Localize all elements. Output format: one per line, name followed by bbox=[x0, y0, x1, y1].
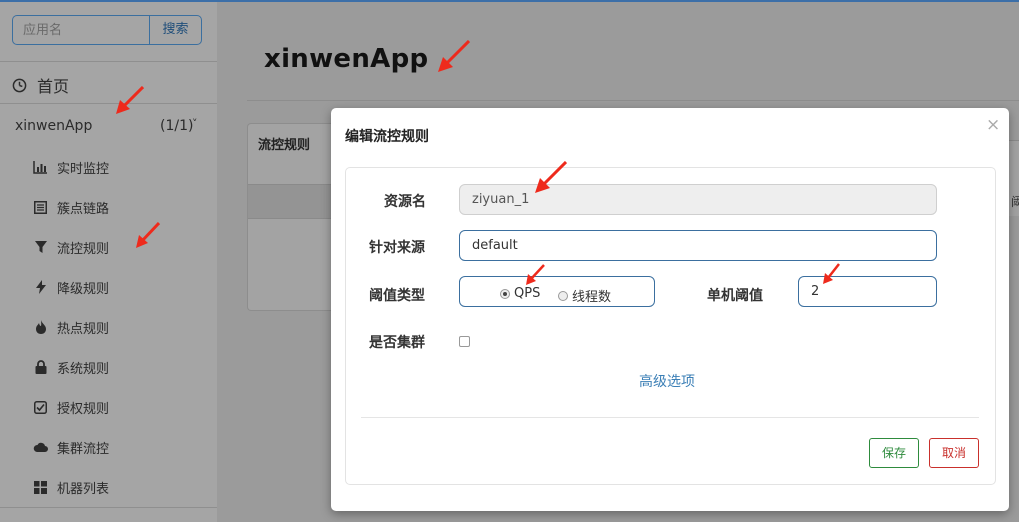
close-icon[interactable]: × bbox=[986, 115, 1000, 135]
menu-label: 流控规则 bbox=[57, 241, 110, 257]
app-machine-count: (1/1) bbox=[160, 118, 194, 134]
radio-thread-label: 线程数 bbox=[572, 290, 612, 305]
app-search-input[interactable] bbox=[12, 15, 149, 45]
form-footer-divider bbox=[361, 417, 979, 418]
threshold-count-label: 单机阈值 bbox=[707, 288, 763, 304]
app-search: 搜索 bbox=[12, 15, 202, 47]
app-name: xinwenApp bbox=[15, 118, 93, 134]
sidebar-item-cluster-flow[interactable]: 集群流控 bbox=[33, 437, 109, 457]
column-header-fragment: 阈 bbox=[1011, 195, 1019, 209]
sidebar-item-degrade-rules[interactable]: 降级规则 bbox=[33, 277, 109, 297]
menu-label: 机器列表 bbox=[57, 481, 110, 497]
annotation-arrow-icon bbox=[116, 86, 144, 114]
sidebar-item-cluster-chain[interactable]: 簇点链路 bbox=[33, 197, 109, 217]
cancel-button[interactable]: 取消 bbox=[929, 438, 979, 468]
menu-label: 授权规则 bbox=[57, 401, 110, 417]
save-button[interactable]: 保存 bbox=[869, 438, 919, 468]
panel-title: 流控规则 bbox=[258, 138, 311, 153]
flash-icon bbox=[33, 280, 48, 295]
annotation-arrow-icon bbox=[136, 222, 160, 248]
radio-qps[interactable]: QPS bbox=[500, 286, 540, 301]
sidebar-item-hotspot-rules[interactable]: 热点规则 bbox=[33, 317, 109, 337]
menu-label: 实时监控 bbox=[57, 161, 110, 177]
sidebar-divider bbox=[0, 507, 217, 508]
menu-label: 热点规则 bbox=[57, 321, 110, 337]
menu-label: 簇点链路 bbox=[57, 201, 110, 217]
page-title: xinwenApp bbox=[264, 44, 429, 74]
search-button[interactable]: 搜索 bbox=[149, 15, 202, 45]
sidebar: 搜索 首页 xinwenApp (1/1) ˅ 实时监控 簇点链路 流控规则 bbox=[0, 2, 217, 522]
threshold-count-field[interactable] bbox=[798, 276, 937, 307]
sidebar-item-flow-rules[interactable]: 流控规则 bbox=[33, 237, 109, 257]
annotation-arrow-icon bbox=[526, 264, 545, 285]
edit-flow-rule-dialog: 编辑流控规则 × 资源名 针对来源 阈值类型 QPS 线程数 单机阈值 是否集群… bbox=[331, 108, 1009, 511]
limit-app-label: 针对来源 bbox=[369, 240, 425, 256]
annotation-arrow-icon bbox=[438, 40, 470, 72]
sidebar-item-system-rules[interactable]: 系统规则 bbox=[33, 357, 109, 377]
advanced-options-link[interactable]: 高级选项 bbox=[639, 371, 695, 391]
limit-app-field[interactable] bbox=[459, 230, 937, 261]
cluster-mode-label: 是否集群 bbox=[369, 335, 425, 351]
cloud-icon bbox=[33, 440, 48, 455]
list-icon bbox=[33, 200, 48, 215]
filter-icon bbox=[33, 240, 48, 255]
sidebar-item-home[interactable]: 首页 bbox=[12, 74, 69, 96]
flow-rules-panel: 流控规则 bbox=[247, 123, 338, 311]
resource-name-label: 资源名 bbox=[384, 194, 426, 210]
radio-qps-label: QPS bbox=[514, 286, 541, 301]
menu-label: 集群流控 bbox=[57, 441, 110, 457]
sidebar-item-realtime-monitor[interactable]: 实时监控 bbox=[33, 157, 109, 177]
sidebar-divider bbox=[0, 61, 217, 62]
radio-selected-icon bbox=[500, 288, 510, 299]
dialog-title: 编辑流控规则 bbox=[345, 129, 429, 145]
check-square-icon bbox=[33, 400, 48, 415]
sidebar-divider bbox=[0, 103, 217, 104]
cluster-mode-checkbox[interactable] bbox=[459, 336, 470, 347]
rule-form: 资源名 针对来源 阈值类型 QPS 线程数 单机阈值 是否集群 高级选项 保存 … bbox=[345, 167, 996, 485]
bar-chart-icon bbox=[33, 160, 48, 175]
lock-icon bbox=[33, 360, 48, 375]
radio-thread-count[interactable]: 线程数 bbox=[558, 286, 611, 305]
grid-icon bbox=[33, 480, 48, 495]
home-label: 首页 bbox=[37, 77, 70, 96]
table-header-fragment: 阈 bbox=[1009, 140, 1019, 216]
menu-label: 系统规则 bbox=[57, 361, 110, 377]
menu-label: 降级规则 bbox=[57, 281, 110, 297]
threshold-type-label: 阈值类型 bbox=[369, 288, 425, 304]
title-divider bbox=[247, 100, 1019, 101]
chevron-down-icon: ˅ bbox=[192, 117, 198, 130]
threshold-type-group: QPS 线程数 bbox=[459, 276, 655, 307]
annotation-arrow-icon bbox=[823, 263, 840, 284]
sidebar-item-machine-list[interactable]: 机器列表 bbox=[33, 477, 109, 497]
radio-unselected-icon bbox=[558, 290, 568, 301]
sidebar-item-auth-rules[interactable]: 授权规则 bbox=[33, 397, 109, 417]
annotation-arrow-icon bbox=[535, 161, 567, 193]
table-header bbox=[248, 184, 338, 219]
dashboard-icon bbox=[12, 78, 27, 92]
resource-name-field[interactable] bbox=[459, 184, 937, 215]
app-group-header[interactable]: xinwenApp (1/1) ˅ bbox=[15, 117, 207, 138]
fire-icon bbox=[33, 320, 48, 335]
